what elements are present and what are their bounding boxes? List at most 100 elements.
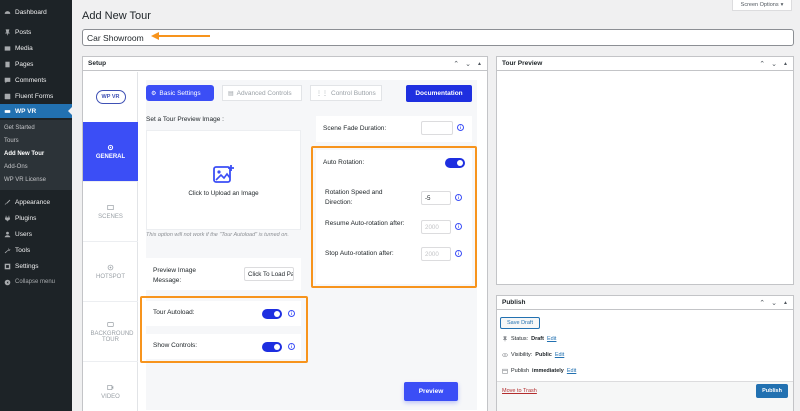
side-tab-label: BACKGROUND TOUR (90, 330, 134, 343)
sidebar-item-media[interactable]: Media (0, 41, 72, 55)
wrench-icon (4, 247, 11, 254)
sidebar-item-label: Users (15, 230, 32, 238)
documentation-button[interactable]: Documentation (406, 85, 472, 102)
edit-schedule-link[interactable]: Edit (567, 368, 576, 374)
sidebar-item-wp-vr[interactable]: WP VR (0, 104, 72, 118)
sidebar-item-comments[interactable]: Comments (0, 73, 72, 87)
submenu-item-tours[interactable]: Tours (4, 138, 19, 144)
vr-icon (4, 108, 11, 115)
publish-status-row: Status: Draft Edit (502, 336, 556, 342)
controls-icon: ▤ (228, 90, 234, 97)
publish-schedule-row: Publish immediately Edit (502, 368, 576, 374)
page-icon (4, 61, 11, 68)
save-draft-button[interactable]: Save Draft (500, 317, 540, 329)
comment-icon (4, 77, 11, 84)
buttons-icon: ⋮⋮ (316, 90, 328, 97)
move-down-icon[interactable]: ⌄ (465, 60, 471, 68)
edit-status-link[interactable]: Edit (547, 336, 556, 342)
tab-label: Control Buttons (331, 89, 376, 97)
tab-label: Advanced Controls (236, 89, 292, 97)
tour-preview-metabox: Tour Preview ⌃ ⌄ ▲ (496, 56, 794, 285)
background-icon (107, 321, 114, 331)
preview-image-label: Set a Tour Preview Image : (146, 116, 224, 123)
gear-icon (107, 144, 114, 154)
toggle-panel-icon[interactable]: ▲ (477, 61, 482, 67)
chevron-down-icon: ▾ (780, 2, 784, 8)
side-tab-hotspot[interactable]: HOTSPOT (83, 242, 138, 302)
sidebar-item-dashboard[interactable]: Dashboard (0, 5, 72, 19)
video-icon (107, 384, 114, 394)
scene-fade-label: Scene Fade Duration: (323, 125, 387, 132)
plug-icon (4, 215, 11, 222)
publish-value: immediately (532, 368, 564, 374)
sidebar-item-plugins[interactable]: Plugins (0, 211, 72, 225)
tab-label: Basic Settings (159, 89, 201, 97)
sidebar-item-label: Plugins (15, 214, 37, 222)
preview-message-input[interactable]: Click To Load Panorama (244, 267, 294, 281)
sidebar-item-pages[interactable]: Pages (0, 57, 72, 71)
sidebar-item-users[interactable]: Users (0, 227, 72, 241)
upload-image-dropzone[interactable]: Click to Upload an Image (146, 130, 301, 230)
submenu-item-license[interactable]: WP VR License (4, 177, 46, 183)
scene-fade-input[interactable] (421, 121, 453, 135)
submenu-item-add-ons[interactable]: Add-Ons (4, 164, 28, 170)
wp-vr-logo: WP VR (95, 90, 126, 104)
move-down-icon[interactable]: ⌄ (771, 60, 777, 68)
publish-button[interactable]: Publish (756, 384, 788, 398)
tour-preview-header: Tour Preview ⌃ ⌄ ▲ (497, 57, 793, 71)
setup-title: Setup (88, 60, 107, 67)
sidebar-item-fluent-forms[interactable]: Fluent Forms (0, 89, 72, 103)
move-to-trash-link[interactable]: Move to Trash (502, 388, 537, 394)
side-tab-label: SCENES (98, 213, 123, 220)
page-title: Add New Tour (82, 10, 151, 22)
screen-options-button[interactable]: Screen Options ▾ (732, 0, 792, 11)
forms-icon (4, 93, 11, 100)
publish-actions (497, 381, 793, 411)
users-icon (4, 231, 11, 238)
image-icon (107, 204, 114, 214)
brush-icon (4, 199, 11, 206)
toggle-panel-icon[interactable]: ▲ (783, 300, 788, 306)
sidebar-item-label: Comments (15, 76, 47, 84)
toggle-panel-icon[interactable]: ▲ (783, 61, 788, 67)
edit-visibility-link[interactable]: Edit (555, 352, 564, 358)
sidebar-item-tools[interactable]: Tools (0, 243, 72, 257)
move-up-icon[interactable]: ⌃ (453, 60, 459, 68)
settings-icon (4, 263, 11, 270)
annotation-arrow-icon (151, 32, 210, 40)
hotspot-icon (107, 264, 114, 274)
image-upload-icon (212, 164, 235, 190)
side-tab-background-tour[interactable]: BACKGROUND TOUR (83, 302, 138, 362)
side-tab-general[interactable]: GENERAL (83, 122, 138, 182)
status-label: Status: (511, 336, 529, 342)
info-icon[interactable]: i (457, 124, 464, 131)
pin-icon (502, 336, 508, 342)
dashboard-icon (4, 9, 11, 16)
sidebar-item-label: Settings (15, 262, 39, 270)
side-tab-label: GENERAL (95, 153, 126, 160)
preview-message-label: Preview Image Message: (153, 267, 196, 285)
sidebar-item-posts[interactable]: Posts (0, 25, 72, 39)
sidebar-item-label: WP VR (15, 107, 37, 115)
tab-control-buttons[interactable]: ⋮⋮ Control Buttons (310, 85, 382, 101)
sidebar-item-settings[interactable]: Settings (0, 259, 72, 273)
side-tab-video[interactable]: VIDEO (83, 362, 138, 411)
move-down-icon[interactable]: ⌄ (771, 299, 777, 307)
setup-header: Setup ⌃ ⌄ ▲ (83, 57, 487, 71)
tab-basic-settings[interactable]: ⚙ Basic Settings (146, 85, 214, 101)
submenu-item-get-started[interactable]: Get Started (4, 125, 35, 131)
collapse-menu-button[interactable]: Collapse menu (0, 275, 72, 289)
side-tab-scenes[interactable]: SCENES (83, 182, 138, 242)
admin-sidebar: Dashboard Posts Media Pages Comments Flu… (0, 0, 72, 411)
visibility-label: Visibility: (511, 352, 533, 358)
gear-icon: ⚙ (151, 90, 157, 97)
setup-side-tabs: WP VR GENERAL SCENES HOTSPOT BACKGROUND … (83, 72, 138, 411)
submenu-item-add-new-tour[interactable]: Add New Tour (4, 151, 44, 157)
move-up-icon[interactable]: ⌃ (759, 60, 765, 68)
move-up-icon[interactable]: ⌃ (759, 299, 765, 307)
collapse-icon (4, 279, 11, 286)
side-tab-label: HOTSPOT (95, 273, 125, 280)
tab-advanced-controls[interactable]: ▤ Advanced Controls (222, 85, 302, 101)
sidebar-item-appearance[interactable]: Appearance (0, 195, 72, 209)
preview-button[interactable]: Preview (404, 382, 458, 401)
